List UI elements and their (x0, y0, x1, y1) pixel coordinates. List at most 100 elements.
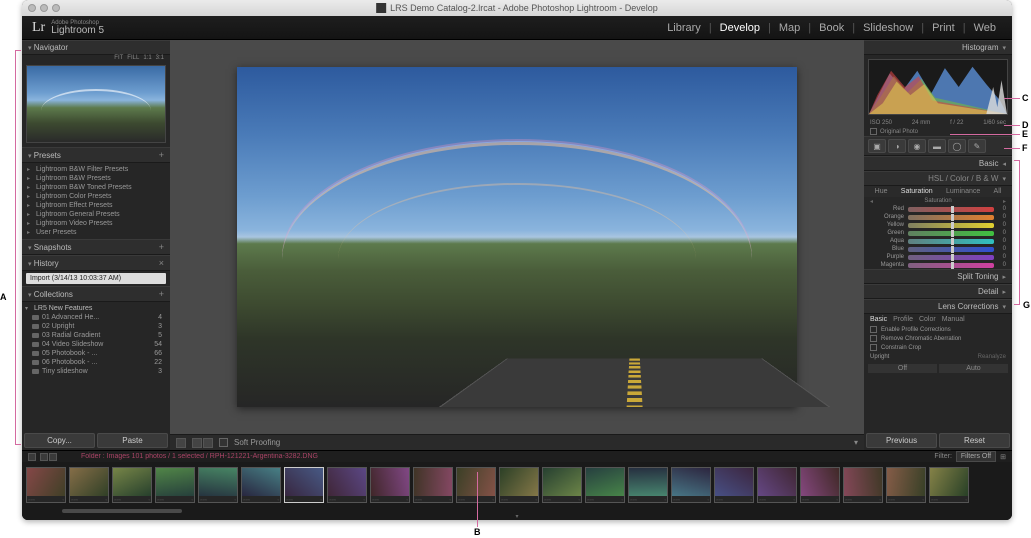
preset-folder[interactable]: Lightroom B&W Toned Presets (22, 183, 170, 192)
split-toning-header[interactable]: Split Toning ▸ (864, 269, 1012, 284)
filmstrip-thumb[interactable]: ▫▫▫▫▫▫ (757, 467, 797, 503)
filmstrip-thumb[interactable]: ▫▫▫▫▫▫ (843, 467, 883, 503)
filmstrip-thumb[interactable]: ▫▫▫▫▫▫ (69, 467, 109, 503)
filmstrip-thumb[interactable]: ▫▫▫▫▫▫ (456, 467, 496, 503)
filmstrip-thumb[interactable]: ▫▫▫▫▫▫ (112, 467, 152, 503)
filmstrip-thumb[interactable]: ▫▫▫▫▫▫ (413, 467, 453, 503)
filmstrip-thumb[interactable]: ▫▫▫▫▫▫ (585, 467, 625, 503)
filmstrip-thumb[interactable]: ▫▫▫▫▫▫ (499, 467, 539, 503)
preset-folder[interactable]: Lightroom B&W Presets (22, 174, 170, 183)
add-collection-icon[interactable]: + (159, 289, 164, 299)
close-icon[interactable] (28, 4, 36, 12)
paste-button[interactable]: Paste (97, 433, 168, 448)
filmstrip-thumb[interactable]: ▫▫▫▫▫▫ (26, 467, 66, 503)
preset-folder[interactable]: Lightroom Effect Presets (22, 201, 170, 210)
filmstrip-thumb[interactable]: ▫▫▫▫▫▫ (155, 467, 195, 503)
module-tab-map[interactable]: Map (773, 22, 806, 34)
saturation-slider-green[interactable]: Green0 (864, 229, 1012, 237)
nav-zoom-3:1[interactable]: 3:1 (156, 55, 164, 61)
module-tab-develop[interactable]: Develop (714, 22, 766, 34)
collections-header[interactable]: ▾ Collections+ (22, 286, 170, 302)
spot-tool-icon[interactable]: ◑ (888, 139, 906, 153)
filmstrip-thumb[interactable]: ▫▫▫▫▫▫ (284, 467, 324, 503)
filmstrip-thumb[interactable]: ▫▫▫▫▫▫ (886, 467, 926, 503)
filmstrip-thumb[interactable]: ▫▫▫▫▫▫ (800, 467, 840, 503)
collection-set[interactable]: LR5 New Features (22, 304, 170, 313)
snapshots-header[interactable]: ▾ Snapshots+ (22, 239, 170, 255)
nav-zoom-1:1[interactable]: 1:1 (143, 55, 151, 61)
lens-checkbox[interactable]: Enable Profile Corrections (864, 325, 1012, 334)
collection-item[interactable]: Tiny slideshow3 (22, 367, 170, 376)
filmstrip-thumb[interactable]: ▫▫▫▫▫▫ (671, 467, 711, 503)
module-tab-book[interactable]: Book (813, 22, 850, 34)
add-preset-icon[interactable]: + (159, 150, 164, 160)
history-header[interactable]: ▾ History× (22, 255, 170, 271)
hsl-tab-hue[interactable]: Hue (875, 188, 888, 195)
module-tab-slideshow[interactable]: Slideshow (857, 22, 919, 34)
collection-item[interactable]: 03 Radial Gradient5 (22, 331, 170, 340)
detail-header[interactable]: Detail ▸ (864, 284, 1012, 299)
nav-zoom-fill[interactable]: FILL (127, 55, 139, 61)
loupe-view-icon[interactable] (176, 438, 186, 448)
saturation-slider-aqua[interactable]: Aqua0 (864, 237, 1012, 245)
hsl-tab-luminance[interactable]: Luminance (946, 188, 980, 195)
lens-tab-color[interactable]: Color (919, 316, 936, 323)
filmstrip-thumb[interactable]: ▫▫▫▫▫▫ (241, 467, 281, 503)
histogram-header[interactable]: Histogram ▾ (864, 40, 1012, 55)
preset-folder[interactable]: Lightroom Color Presets (22, 192, 170, 201)
lens-corrections-header[interactable]: Lens Corrections ▾ (864, 299, 1012, 314)
zoom-icon[interactable] (52, 4, 60, 12)
second-window-icon[interactable] (28, 453, 36, 461)
reset-button[interactable]: Reset (939, 433, 1010, 448)
basic-header[interactable]: Basic ◂ (864, 156, 1012, 171)
filters-off-button[interactable]: Filters Off (956, 451, 996, 462)
navigator-header[interactable]: ▾ Navigator (22, 40, 170, 55)
preset-folder[interactable]: Lightroom General Presets (22, 210, 170, 219)
brush-tool-icon[interactable]: ✎ (968, 139, 986, 153)
saturation-slider-blue[interactable]: Blue0 (864, 245, 1012, 253)
preset-folder[interactable]: User Presets (22, 228, 170, 237)
redeye-tool-icon[interactable]: ◉ (908, 139, 926, 153)
filter-lock-icon[interactable]: ⊞ (1000, 453, 1006, 461)
collection-item[interactable]: 05 Photobook - ...66 (22, 349, 170, 358)
filmstrip-path[interactable]: Folder : Images 101 photos / 1 selected … (61, 453, 930, 460)
lens-checkbox[interactable]: Constrain Crop (864, 343, 1012, 352)
saturation-slider-red[interactable]: Red0 (864, 205, 1012, 213)
lens-tab-profile[interactable]: Profile (893, 316, 913, 323)
reanalyze-button[interactable]: Reanalyze (978, 354, 1006, 360)
upright-off-button[interactable]: Off (868, 364, 937, 373)
saturation-slider-orange[interactable]: Orange0 (864, 213, 1012, 221)
copy-button[interactable]: Copy... (24, 433, 95, 448)
filmstrip-thumb[interactable]: ▫▫▫▫▫▫ (929, 467, 969, 503)
toolbar-dropdown-icon[interactable]: ▾ (854, 438, 858, 447)
preset-folder[interactable]: Lightroom Video Presets (22, 219, 170, 228)
preset-folder[interactable]: Lightroom B&W Filter Presets (22, 165, 170, 174)
filmstrip-thumb[interactable]: ▫▫▫▫▫▫ (542, 467, 582, 503)
clear-history-icon[interactable]: × (159, 258, 164, 268)
module-tab-library[interactable]: Library (661, 22, 707, 34)
minimize-icon[interactable] (40, 4, 48, 12)
lens-tab-basic[interactable]: Basic (870, 316, 887, 323)
filmstrip-collapse-icon[interactable]: ▾ (22, 514, 1012, 520)
grad-filter-icon[interactable]: ▬ (928, 139, 946, 153)
grid-view-icon[interactable] (40, 453, 57, 461)
filmstrip-thumb[interactable]: ▫▫▫▫▫▫ (370, 467, 410, 503)
collection-item[interactable]: 04 Video Slideshow54 (22, 340, 170, 349)
add-snapshot-icon[interactable]: + (159, 242, 164, 252)
navigator-zoom-opts[interactable]: FIT FILL 1:1 3:1 (22, 55, 170, 61)
hsl-tab-all[interactable]: All (994, 188, 1002, 195)
histogram[interactable] (868, 59, 1008, 115)
lens-tab-manual[interactable]: Manual (942, 316, 965, 323)
radial-filter-icon[interactable]: ◯ (948, 139, 966, 153)
filmstrip-scrollbar[interactable] (22, 508, 1012, 514)
photo-canvas[interactable] (170, 40, 864, 434)
saturation-slider-magenta[interactable]: Magenta0 (864, 261, 1012, 269)
nav-zoom-fit[interactable]: FIT (114, 55, 123, 61)
crop-tool-icon[interactable]: ▣ (868, 139, 886, 153)
before-after-icon[interactable] (192, 438, 213, 448)
navigator-preview[interactable] (26, 65, 166, 143)
hsl-header[interactable]: HSL / Color / B & W ▾ (864, 171, 1012, 186)
collection-item[interactable]: 06 Photobook - ...22 (22, 358, 170, 367)
collection-item[interactable]: 01 Advanced He...4 (22, 313, 170, 322)
lens-checkbox[interactable]: Remove Chromatic Aberration (864, 334, 1012, 343)
